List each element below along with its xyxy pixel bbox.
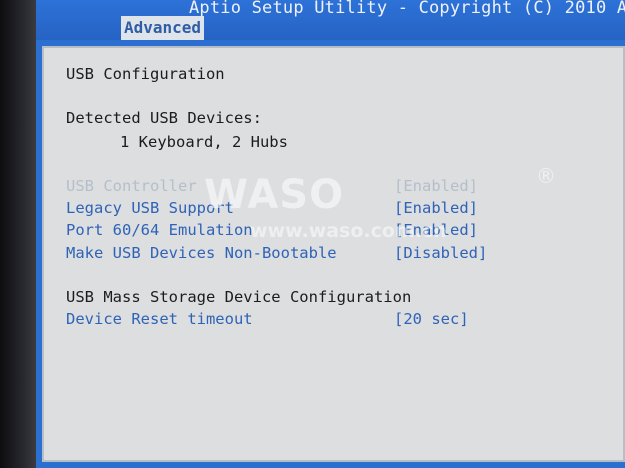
legacy-usb-support-label[interactable]: Legacy USB Support bbox=[66, 199, 234, 217]
page-title: USB Configuration bbox=[66, 65, 225, 83]
tab-advanced[interactable]: Advanced bbox=[121, 16, 204, 40]
title-bar: Aptio Setup Utility - Copyright (C) 2010… bbox=[36, 0, 625, 40]
device-reset-timeout-label[interactable]: Device Reset timeout bbox=[66, 310, 253, 328]
detected-devices-value: 1 Keyboard, 2 Hubs bbox=[120, 133, 288, 151]
usb-controller-value: [Enabled] bbox=[394, 177, 478, 195]
device-reset-timeout-value[interactable]: [20 sec] bbox=[394, 310, 469, 328]
legacy-usb-support-value[interactable]: [Enabled] bbox=[394, 199, 478, 217]
bios-screen: Aptio Setup Utility - Copyright (C) 2010… bbox=[36, 0, 625, 468]
port-60-64-emulation-value[interactable]: [Enabled] bbox=[394, 221, 478, 239]
detected-devices-label: Detected USB Devices: bbox=[66, 109, 262, 127]
port-60-64-emulation-label[interactable]: Port 60/64 Emulation bbox=[66, 221, 253, 239]
non-bootable-label[interactable]: Make USB Devices Non-Bootable bbox=[66, 244, 337, 262]
title-text: Aptio Setup Utility - Copyright (C) 2010… bbox=[189, 0, 625, 18]
monitor-bezel bbox=[0, 0, 36, 468]
content-panel: USB Configuration Detected USB Devices: … bbox=[42, 46, 625, 462]
non-bootable-value[interactable]: [Disabled] bbox=[394, 244, 487, 262]
mass-storage-heading: USB Mass Storage Device Configuration bbox=[66, 288, 412, 306]
usb-controller-label: USB Controller bbox=[66, 177, 197, 195]
